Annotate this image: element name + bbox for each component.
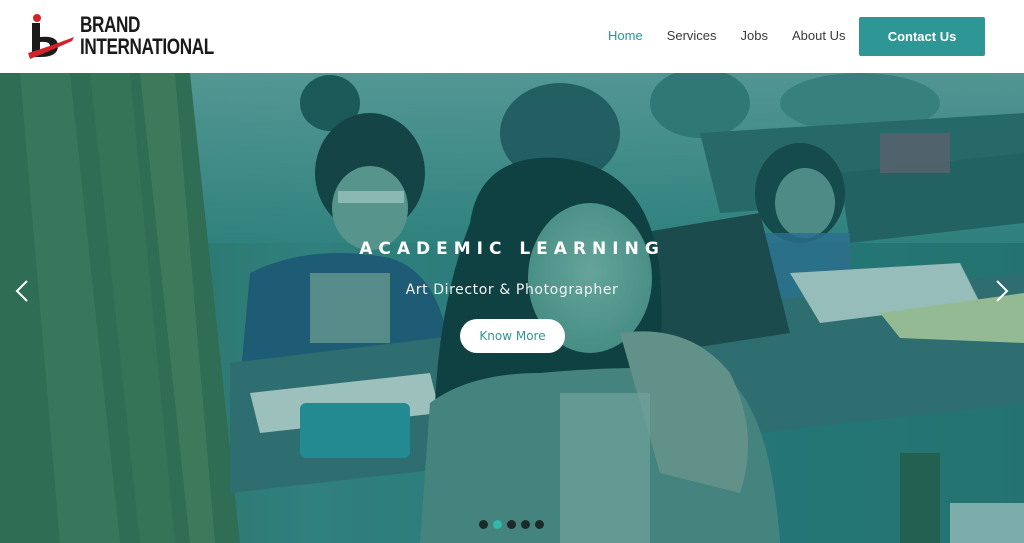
contact-us-button[interactable]: Contact Us <box>859 17 985 56</box>
hero-subtitle: Art Director & Photographer <box>405 282 619 298</box>
nav-item-jobs[interactable]: Jobs <box>741 28 768 43</box>
slider-dot-3[interactable] <box>507 520 516 529</box>
brand-name-line1: BRAND <box>80 12 141 37</box>
know-more-button[interactable]: Know More <box>460 319 565 353</box>
slider-pagination <box>479 520 549 529</box>
main-nav: Home Services Jobs About Us <box>608 28 870 43</box>
hero-title: ACADEMIC LEARNING <box>359 239 665 259</box>
nav-item-about-us[interactable]: About Us <box>792 28 845 43</box>
slider-dot-1[interactable] <box>479 520 488 529</box>
hero-slider: ACADEMIC LEARNING Art Director & Photogr… <box>0 73 1024 543</box>
hero-color-overlay <box>0 73 1024 543</box>
slider-dot-4[interactable] <box>521 520 530 529</box>
brand-logo[interactable]: BRAND INTERNATIONAL <box>28 12 228 62</box>
nav-item-home[interactable]: Home <box>608 28 643 43</box>
brand-logo-mark-icon <box>28 14 74 59</box>
slider-dot-2[interactable] <box>493 520 502 529</box>
slider-dot-5[interactable] <box>535 520 544 529</box>
brand-logo-text: BRAND INTERNATIONAL <box>80 14 252 58</box>
nav-item-services[interactable]: Services <box>667 28 717 43</box>
brand-name-line2: INTERNATIONAL <box>80 34 214 59</box>
site-header: BRAND INTERNATIONAL Home Services Jobs A… <box>0 0 1024 73</box>
